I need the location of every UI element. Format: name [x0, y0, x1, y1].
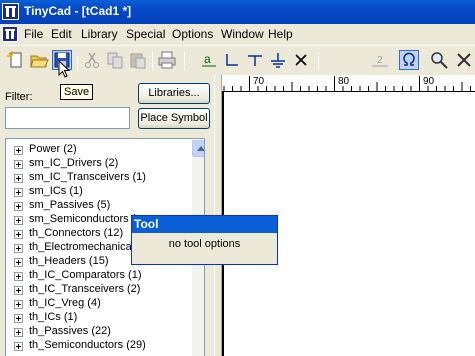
tool-window-title[interactable]: Tool	[132, 216, 277, 233]
paste-icon[interactable]	[128, 50, 148, 70]
power-icon[interactable]	[245, 50, 265, 70]
expand-icon[interactable]	[14, 314, 23, 323]
text-icon[interactable]: a	[199, 50, 219, 70]
tree-item-label: sm_IC_Transceivers (1)	[29, 171, 146, 183]
pin-icon[interactable]: 2	[370, 50, 390, 70]
document-icon[interactable]	[2, 26, 18, 42]
filter-input[interactable]	[5, 107, 130, 129]
libraries-button[interactable]: Libraries...	[138, 83, 210, 104]
expand-icon[interactable]	[14, 202, 23, 211]
new-icon[interactable]	[6, 50, 26, 70]
zoom-icon[interactable]	[429, 50, 449, 70]
tree-item-label: th_IC_Vreg (4)	[29, 297, 101, 309]
tree-item-label: th_IC_Transceivers (2)	[29, 283, 141, 295]
expand-icon[interactable]	[14, 230, 23, 239]
tree-item-label: Power (2)	[29, 143, 77, 155]
expand-icon[interactable]	[14, 272, 23, 281]
expand-icon[interactable]	[14, 258, 23, 267]
menu-edit[interactable]: Edit	[51, 27, 72, 41]
expand-icon[interactable]	[14, 174, 23, 183]
expand-icon[interactable]	[14, 328, 23, 337]
tree-item-label: th_Semiconductors (29)	[29, 339, 146, 351]
menu-file[interactable]: File	[24, 27, 43, 41]
tree-item-label: th_Headers (15)	[29, 255, 109, 267]
print-icon[interactable]	[157, 50, 177, 70]
ruler-label: 70	[253, 76, 265, 87]
tree-item-label: sm_IC_Drivers (2)	[29, 157, 119, 169]
expand-icon[interactable]	[14, 188, 23, 197]
cut-icon[interactable]	[82, 50, 102, 70]
tinycad-app-icon[interactable]	[2, 3, 19, 20]
open-icon[interactable]	[29, 50, 49, 70]
mouse-cursor-icon	[58, 60, 70, 78]
ruler-label: 80	[338, 76, 350, 87]
toolbar: a 2	[0, 45, 475, 75]
tool-options-window[interactable]: Tool no tool options	[131, 215, 278, 265]
tree-item-label: sm_Passives (5)	[29, 199, 111, 211]
window-title: TinyCad - [tCad1 *]	[24, 4, 132, 18]
tree-item-label: th_ICs (1)	[29, 311, 78, 323]
save-tooltip: Save	[60, 84, 94, 100]
text-tool-label: a	[204, 52, 211, 66]
scroll-up-icon[interactable]	[192, 140, 204, 157]
title-bar[interactable]: TinyCad - [tCad1 *]	[0, 0, 475, 24]
tree-item-label: th_IC_Comparators (1)	[29, 269, 142, 281]
omega-icon[interactable]	[399, 50, 419, 70]
expand-icon[interactable]	[14, 286, 23, 295]
filter-label: Filter:	[5, 91, 33, 103]
copy-icon[interactable]	[105, 50, 125, 70]
expand-icon[interactable]	[14, 160, 23, 169]
app-window: TinyCad - [tCad1 *] File Edit Library Sp…	[0, 0, 475, 356]
menu-library[interactable]: Library	[81, 27, 118, 41]
tree-item-label: sm_Semiconductors (	[29, 213, 136, 225]
menu-bar: File Edit Library Special Options Window…	[0, 24, 475, 44]
expand-icon[interactable]	[14, 300, 23, 309]
expand-icon[interactable]	[14, 244, 23, 253]
tree-item-label: th_Electromechanical	[29, 241, 135, 253]
tool-options-message: no tool options	[168, 238, 241, 250]
place-symbol-button[interactable]: Place Symbol	[138, 108, 210, 129]
tree-item-label: th_Passives (22)	[29, 325, 111, 337]
horizontal-ruler: 70 80 90	[222, 75, 475, 92]
tree-item-label: th_Connectors (12)	[29, 227, 124, 239]
delete-icon[interactable]	[454, 50, 474, 70]
no-connect-icon[interactable]	[291, 50, 311, 70]
tree-item-label: sm_ICs (1)	[29, 185, 83, 197]
menu-window[interactable]: Window	[221, 27, 264, 41]
expand-icon[interactable]	[14, 216, 23, 225]
ground-icon[interactable]	[268, 50, 288, 70]
menu-help[interactable]: Help	[268, 27, 293, 41]
expand-icon[interactable]	[14, 342, 23, 351]
wire-icon[interactable]	[222, 50, 242, 70]
pin-tool-label: 2	[377, 55, 383, 66]
ruler-label: 90	[423, 76, 435, 87]
menu-options[interactable]: Options	[172, 27, 213, 41]
expand-icon[interactable]	[14, 146, 23, 155]
menu-special[interactable]: Special	[126, 27, 165, 41]
